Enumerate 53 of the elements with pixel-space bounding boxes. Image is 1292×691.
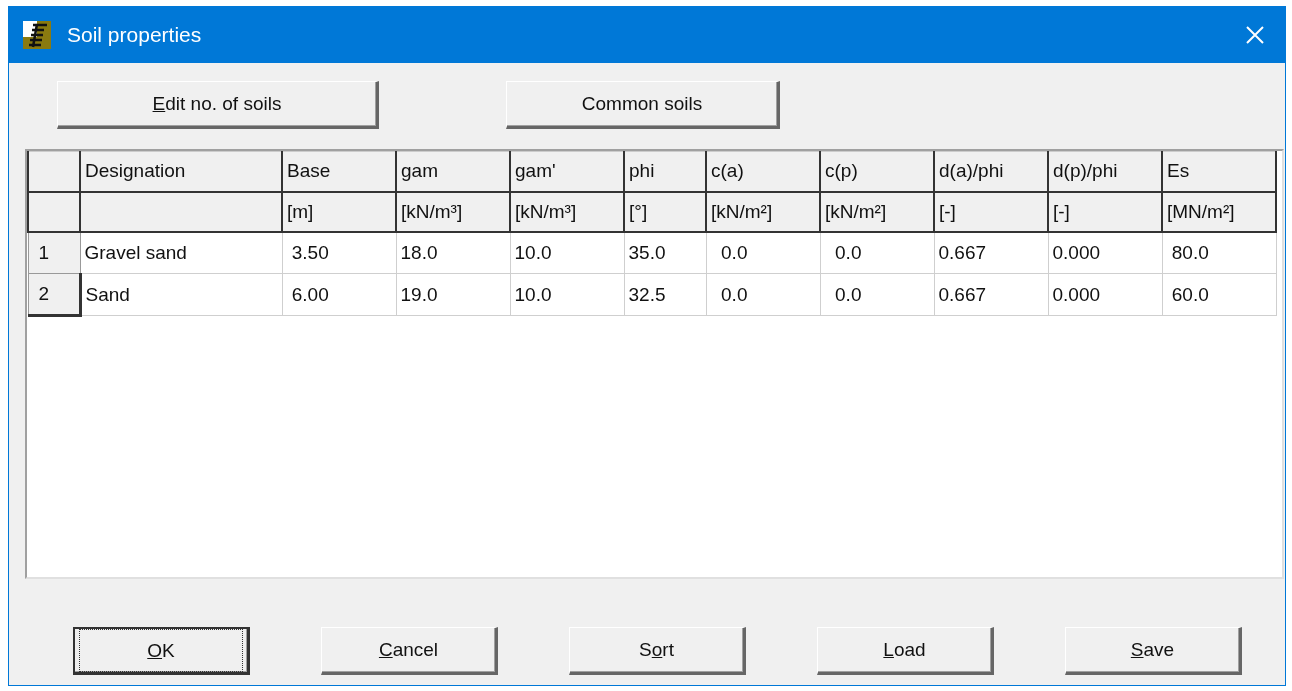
table-cell[interactable]: 0.667 — [934, 231, 1048, 274]
unit-header: [°] — [624, 191, 706, 232]
column-header: phi — [624, 151, 706, 192]
table-cell[interactable]: 10.0 — [510, 273, 624, 316]
table-cell[interactable]: 0.667 — [934, 273, 1048, 316]
table-cell[interactable]: 3.50 — [282, 231, 396, 274]
table-cell[interactable]: 0.000 — [1048, 231, 1162, 274]
column-header: Base — [282, 151, 396, 192]
dialog-button[interactable]: Cancel — [321, 627, 498, 675]
dialog-button[interactable]: Save — [1065, 627, 1242, 675]
column-header: Es — [1162, 151, 1276, 192]
window-title: Soil properties — [67, 23, 203, 47]
unit-header: [m] — [282, 191, 396, 232]
column-header: gam — [396, 151, 510, 192]
unit-header: [kN/m²] — [820, 191, 934, 232]
row-header[interactable]: 2 — [28, 273, 80, 316]
column-header: gam' — [510, 151, 624, 192]
table-cell[interactable]: 6.00 — [282, 273, 396, 316]
column-header: d(p)/phi — [1048, 151, 1162, 192]
table-cell[interactable]: 80.0 — [1162, 231, 1276, 274]
table-cell[interactable]: 60.0 — [1162, 273, 1276, 316]
table-cell[interactable]: 0.0 — [820, 231, 934, 274]
table-cell[interactable]: 18.0 — [396, 231, 510, 274]
dialog-button[interactable]: OK — [73, 627, 250, 675]
row-header[interactable]: 1 — [28, 231, 80, 274]
table-cell[interactable]: 0.0 — [820, 273, 934, 316]
table-cell[interactable]: Gravel sand — [80, 231, 282, 274]
table-cell[interactable]: 32.5 — [624, 273, 706, 316]
unit-header: [MN/m²] — [1162, 191, 1276, 232]
corner-cell — [28, 151, 80, 192]
unit-header: [kN/m³] — [396, 191, 510, 232]
unit-header: [kN/m²] — [706, 191, 820, 232]
dialog-button[interactable]: Sort — [569, 627, 746, 675]
app-icon — [23, 21, 51, 49]
toolbar-button[interactable]: Common soils — [506, 81, 780, 129]
column-header: c(a) — [706, 151, 820, 192]
column-header: Designation — [80, 151, 282, 192]
close-icon[interactable] — [1245, 25, 1265, 45]
table-cell[interactable]: 10.0 — [510, 231, 624, 274]
unit-header: [kN/m³] — [510, 191, 624, 232]
toolbar-button[interactable]: Edit no. of soils — [57, 81, 379, 129]
corner-cell — [28, 191, 80, 232]
table-cell[interactable]: 0.0 — [706, 273, 820, 316]
table-cell[interactable]: Sand — [80, 273, 282, 316]
table-cell[interactable]: 0.000 — [1048, 273, 1162, 316]
unit-header: [-] — [934, 191, 1048, 232]
column-header: c(p) — [820, 151, 934, 192]
table-cell[interactable]: 35.0 — [624, 231, 706, 274]
table-cell[interactable]: 0.0 — [706, 231, 820, 274]
unit-header: [-] — [1048, 191, 1162, 232]
dialog-button[interactable]: Load — [817, 627, 994, 675]
column-header: d(a)/phi — [934, 151, 1048, 192]
table-cell[interactable]: 19.0 — [396, 273, 510, 316]
